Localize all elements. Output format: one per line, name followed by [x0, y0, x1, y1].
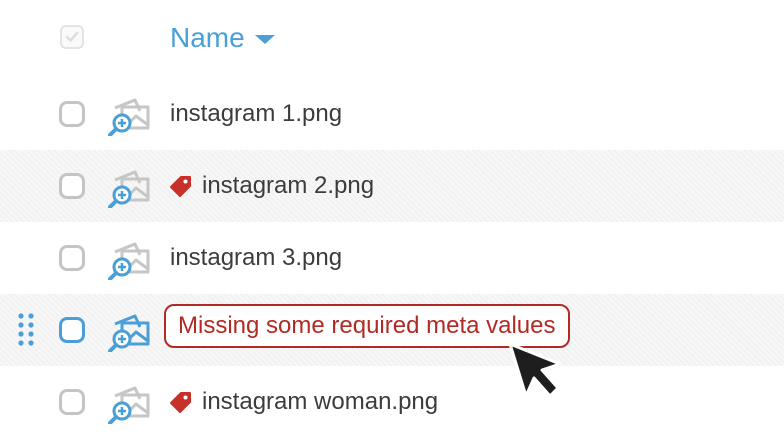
caret-down-icon — [254, 35, 275, 44]
file-name-text: instagram 2.png — [202, 172, 375, 199]
file-name[interactable]: instagram woman.png — [168, 384, 438, 420]
tag-icon — [170, 392, 191, 413]
row-checkbox[interactable] — [59, 245, 85, 271]
file-name[interactable]: instagram 3.png — [170, 240, 342, 276]
drag-handle-icon[interactable] — [16, 312, 36, 348]
file-row[interactable]: instagram 3.png — [0, 222, 784, 294]
row-checkbox[interactable] — [59, 317, 85, 343]
file-name-text: instagram 1.png — [170, 100, 343, 127]
image-zoom-icon[interactable] — [106, 238, 154, 280]
name-column-sort[interactable]: Name — [170, 20, 275, 56]
validation-error-text: Missing some required meta values — [178, 312, 556, 339]
file-row[interactable]: instagram woman.png — [0, 366, 784, 438]
row-checkbox[interactable] — [59, 101, 85, 127]
row-checkbox[interactable] — [59, 389, 85, 415]
image-zoom-icon[interactable] — [106, 94, 154, 136]
file-list-header: Name — [0, 0, 784, 78]
file-row-hovered[interactable]: Missing some required meta values — [0, 294, 784, 366]
file-name-text: instagram 3.png — [170, 244, 343, 271]
row-checkbox[interactable] — [59, 173, 85, 199]
tag-icon — [170, 176, 191, 197]
image-zoom-icon[interactable] — [106, 382, 154, 424]
checkmark-icon — [65, 31, 79, 42]
file-name[interactable]: instagram 1.png — [170, 96, 342, 132]
image-zoom-icon[interactable] — [106, 166, 154, 208]
mouse-pointer-icon — [508, 342, 562, 398]
name-column-label: Name — [170, 22, 245, 53]
file-row[interactable]: instagram 1.png — [0, 78, 784, 150]
select-all-checkbox[interactable] — [60, 25, 84, 49]
file-row[interactable]: instagram 2.png — [0, 150, 784, 222]
file-name[interactable]: instagram 2.png — [168, 168, 374, 204]
image-zoom-icon[interactable] — [106, 310, 154, 352]
file-name-text: instagram woman.png — [202, 388, 439, 415]
